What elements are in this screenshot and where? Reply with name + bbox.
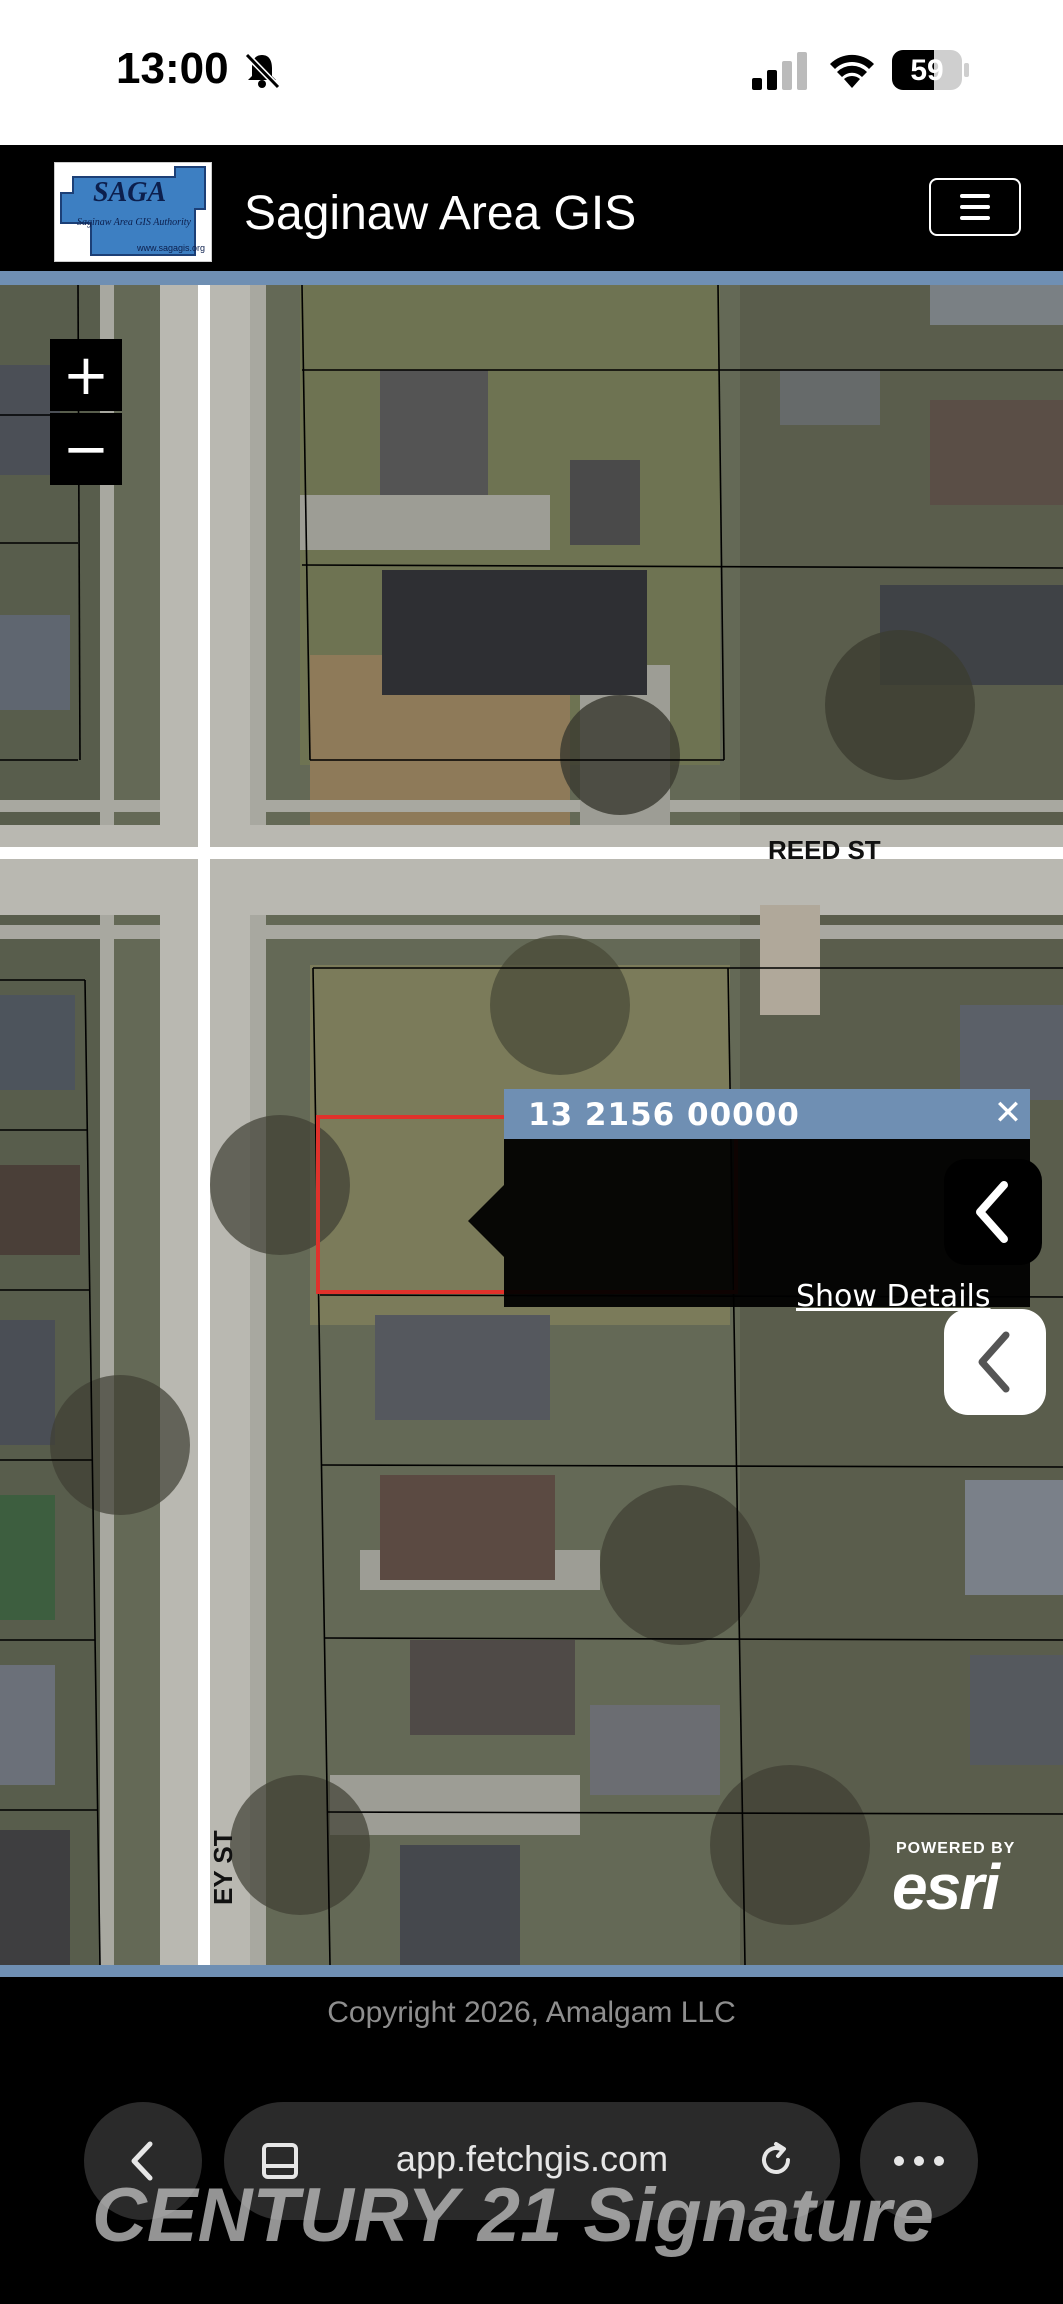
panel-toggle-button-dark[interactable] xyxy=(944,1159,1042,1265)
saga-logo[interactable]: SAGA Saginaw Area GIS Authority www.saga… xyxy=(54,162,212,262)
more-icon xyxy=(894,2156,944,2166)
menu-button[interactable] xyxy=(929,178,1021,236)
status-time: 13:00 xyxy=(116,44,229,93)
hamburger-menu-icon xyxy=(960,194,990,220)
logo-title: SAGA xyxy=(93,177,167,208)
parcel-id: 13 2156 00000 xyxy=(528,1097,800,1133)
battery-indicator: 59 xyxy=(892,50,970,90)
street-label-reed: REED ST xyxy=(768,835,881,865)
esri-attribution[interactable]: POWERED BY esri xyxy=(892,1840,1042,1923)
close-icon[interactable]: ✕ xyxy=(988,1093,1028,1133)
popup-pointer xyxy=(468,1185,504,1257)
panel-toggle-button-light[interactable] xyxy=(944,1309,1046,1415)
street-label-vertical: EY ST xyxy=(208,1830,238,1905)
cellular-signal-icon xyxy=(752,52,807,90)
bell-slash-icon xyxy=(244,52,281,90)
zoom-in-button[interactable]: + xyxy=(50,339,122,411)
header-divider xyxy=(0,271,1063,285)
map-bottom-divider xyxy=(0,1965,1063,1977)
map-view[interactable]: REED ST EY ST + − 13 2156 00000 ✕ Show D… xyxy=(0,285,1063,1965)
wifi-icon xyxy=(830,54,874,88)
chevron-left-icon xyxy=(976,1181,1008,1243)
chevron-left-icon xyxy=(978,1331,1010,1393)
copyright-text: Copyright 2026, Amalgam LLC xyxy=(327,1996,736,2029)
watermark-text: CENTURY 21 Signature xyxy=(92,2173,934,2258)
logo-url: www.sagagis.org xyxy=(137,243,206,253)
zoom-out-button[interactable]: − xyxy=(50,413,122,485)
battery-level: 59 xyxy=(910,54,944,87)
logo-subtitle: Saginaw Area GIS Authority xyxy=(77,217,191,228)
esri-logo: esri xyxy=(892,1851,1000,1923)
app-title: Saginaw Area GIS xyxy=(244,187,637,240)
